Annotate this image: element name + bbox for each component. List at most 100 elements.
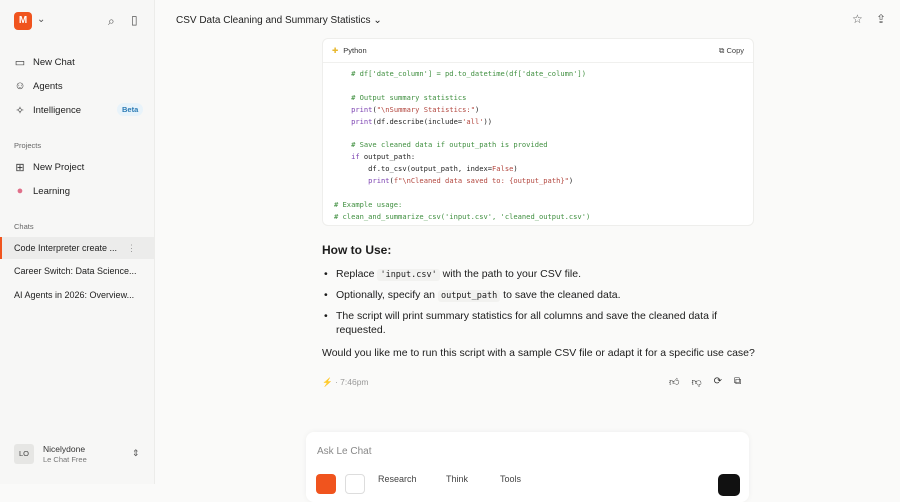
code-block: ✚ Python ⧉ Copy # df['date_column'] = pd.… <box>322 38 754 226</box>
avatar: LO <box>14 444 34 464</box>
code-token: # Example usage: <box>334 199 403 209</box>
sidebar-item-learning[interactable]: ● Learning <box>14 185 70 197</box>
logo-menu-button[interactable]: M <box>14 12 32 30</box>
chat-title-menu[interactable]: CSV Data Cleaning and Summary Statistics… <box>176 15 382 26</box>
chevron-updown-icon[interactable]: ⇕ <box>132 448 140 459</box>
page-title: CSV Data Cleaning and Summary Statistics <box>176 15 371 26</box>
code-line: print("\nSummary Statistics:") <box>334 104 753 116</box>
code-token: print <box>351 116 373 126</box>
code-token: (df.describe(include= <box>372 116 463 126</box>
code-token: ) <box>474 104 480 114</box>
star-icon[interactable]: ☆ <box>852 12 863 26</box>
label: New Project <box>33 162 85 173</box>
copy-code-button[interactable]: ⧉ Copy <box>719 46 744 56</box>
code-token: output_path: <box>359 152 416 162</box>
instructions-list: Replace 'input.csv' with the path to you… <box>322 267 742 343</box>
more-options-icon[interactable]: ⋮ <box>127 237 136 259</box>
chat-title: Code Interpreter create ... <box>14 243 118 253</box>
python-icon: ✚ <box>332 46 339 55</box>
robot-icon: ☺ <box>14 80 26 92</box>
code-line: if output_path: <box>334 151 753 163</box>
code-token: ) <box>568 176 574 186</box>
copy-label: Copy <box>726 46 744 55</box>
follow-up-question: Would you like me to run this script wit… <box>322 347 755 359</box>
sidebar: M ⌄ ⌕ ▯ ▭ New Chat ☺ Agents ✧ Intelligence … <box>0 0 155 484</box>
message-actions: 👍︎ 👎︎ ⟳ ⧉ <box>669 376 741 388</box>
code-token: if <box>351 152 360 162</box>
label: Intelligence <box>33 105 82 116</box>
code-line: # Example usage: <box>334 199 753 211</box>
sidebar-item-agents[interactable]: ☺ Agents <box>14 80 63 92</box>
chat-item[interactable]: Code Interpreter create ... ⋮ <box>0 237 154 259</box>
composer: Ask Le Chat Research Think Tools <box>306 432 749 502</box>
code-line: # clean_and_summarize_csv('input.csv', '… <box>334 211 753 223</box>
code-token: print <box>368 176 390 186</box>
sidebar-toggle-icon[interactable]: ▯ <box>131 13 138 27</box>
search-icon[interactable]: ⌕ <box>108 14 115 29</box>
code-line: # Output summary statistics <box>334 92 753 104</box>
send-button[interactable] <box>718 474 740 496</box>
code-line: # df['date_column'] = pd.to_datetime(df[… <box>334 68 753 80</box>
code-token: )) <box>483 116 493 126</box>
list-item: Replace 'input.csv' with the path to you… <box>322 267 742 282</box>
code-line: df.to_csv(output_path, index=False) <box>334 163 753 175</box>
code-token: # clean_and_summarize_csv('input.csv', '… <box>334 211 591 221</box>
code-token: ) <box>513 164 518 174</box>
code-token: print <box>351 104 373 114</box>
thumbs-up-icon[interactable]: 👍︎ <box>669 376 679 388</box>
code-token: False <box>492 164 514 174</box>
copy-icon: ⧉ <box>719 46 725 55</box>
projects-heading: Projects <box>14 141 42 150</box>
code-token: df.to_csv(output_path, index= <box>334 164 493 174</box>
regenerate-icon[interactable]: ⟳ <box>714 376 722 388</box>
chat-title: AI Agents in 2026: Overview... <box>14 290 135 300</box>
text: Optionally, specify an <box>336 289 438 301</box>
message-input[interactable]: Ask Le Chat <box>317 446 371 457</box>
code-token: # Output summary statistics <box>334 92 467 102</box>
label: New Chat <box>33 57 75 68</box>
user-menu[interactable]: LO Nicelydone Le Chat Free <box>14 444 87 464</box>
chat-title: Career Switch: Data Science... <box>14 266 137 276</box>
share-icon[interactable]: ⇪ <box>876 12 886 26</box>
chat-item[interactable]: Career Switch: Data Science... <box>0 260 154 282</box>
code-token: "\nSummary Statistics:" <box>376 104 475 114</box>
code-token: # Save cleaned data if output_path is pr… <box>334 140 548 150</box>
think-button[interactable]: Think <box>446 474 468 484</box>
tools-button[interactable]: Tools <box>500 474 521 484</box>
code-token: 'all' <box>462 116 484 126</box>
label: Agents <box>33 80 63 92</box>
language-label: Python <box>343 46 367 55</box>
inline-code: 'input.csv' <box>377 269 440 281</box>
mode-button[interactable] <box>316 474 336 494</box>
code-content: # df['date_column'] = pd.to_datetime(df[… <box>323 63 753 223</box>
text: with the path to your CSV file. <box>439 268 581 280</box>
sidebar-item-new-project[interactable]: ⊞ New Project <box>14 161 84 174</box>
sparkle-icon: ✧ <box>15 105 25 117</box>
sidebar-item-intelligence[interactable]: ✧ Intelligence <box>14 104 81 117</box>
research-button[interactable]: Research <box>378 474 417 484</box>
sidebar-item-new-chat[interactable]: ▭ New Chat <box>14 56 75 69</box>
code-token: # df['date_column'] = pd.to_datetime(df[… <box>334 69 586 78</box>
message-meta: ⚡ · 7:46pm <box>322 377 369 387</box>
thumbs-down-icon[interactable]: 👎︎ <box>691 376 701 388</box>
add-button[interactable] <box>345 474 365 494</box>
chats-heading: Chats <box>14 222 34 231</box>
copy-icon[interactable]: ⧉ <box>734 376 741 388</box>
lightning-icon: ⚡ <box>322 377 333 387</box>
chevron-down-icon[interactable]: ⌄ <box>37 14 45 25</box>
chevron-down-icon: ⌄ <box>373 15 382 26</box>
user-name: Nicelydone <box>43 444 86 454</box>
code-line: # Save cleaned data if output_path is pr… <box>334 139 753 151</box>
label: Learning <box>33 185 70 197</box>
chat-bubble-icon: ▭ <box>14 57 26 69</box>
code-header: ✚ Python <box>323 39 753 63</box>
user-plan: Le Chat Free <box>43 455 87 464</box>
list-item: Optionally, specify an output_path to sa… <box>322 288 742 303</box>
chat-item[interactable]: AI Agents in 2026: Overview... <box>0 284 154 306</box>
